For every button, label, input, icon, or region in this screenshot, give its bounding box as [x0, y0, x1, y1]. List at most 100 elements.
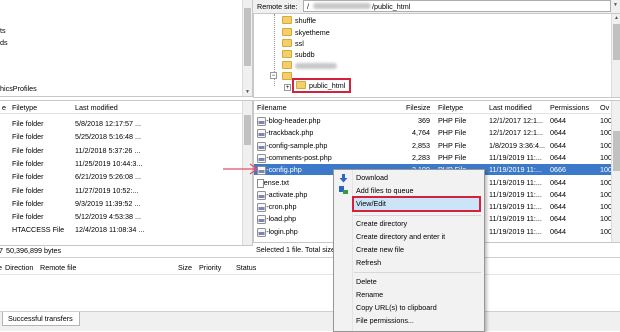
php-file-icon	[257, 215, 266, 225]
column-header-size[interactable]: Size	[178, 263, 192, 272]
column-header-last-modified[interactable]: Last modified	[489, 103, 532, 112]
table-row[interactable]: File folder 6/21/2019 5:26:08 ...	[0, 171, 252, 182]
local-tree-fragment[interactable]: ds	[0, 38, 8, 47]
tree-collapse-toggle-icon[interactable]: −	[270, 72, 277, 79]
pointer-arrow-icon	[223, 163, 259, 175]
queue-divider	[0, 257, 620, 258]
table-row[interactable]: File folder 5/25/2018 5:16:48 ...	[0, 131, 252, 142]
scroll-down-arrow-icon[interactable]: ▼	[243, 88, 252, 96]
cell-last-modified: 5/25/2018 5:16:48 ...	[75, 132, 141, 142]
cell-last-modified: 11/19/2019 11:...	[489, 165, 542, 175]
menu-item-view-edit[interactable]: View/Edit	[356, 198, 386, 210]
column-header-remote-file[interactable]: Remote file	[40, 263, 76, 272]
local-file-list[interactable]: e Filetype Last modified File folder 5/8/…	[0, 100, 253, 246]
menu-item-delete[interactable]: Delete	[356, 276, 377, 288]
cell-last-modified: 11/19/2019 11:...	[489, 202, 542, 212]
menu-separator	[354, 272, 481, 273]
tree-item-public-html[interactable]: public_html	[296, 80, 345, 91]
table-row[interactable]: wp-blog-header.php 369 PHP File 12/1/2017 1…	[254, 115, 620, 126]
table-row[interactable]: File folder 5/12/2019 4:53:38 ...	[0, 211, 252, 222]
column-header-filetype[interactable]: Filetype	[12, 103, 37, 112]
folder-icon	[296, 81, 306, 90]
cell-filetype: PHP File	[438, 152, 467, 162]
cell-filetype: File folder	[12, 119, 44, 128]
table-row[interactable]: HTACCESS File 12/4/2018 11:08:34 ...	[0, 224, 252, 235]
column-header-filesize[interactable]: Filesize	[406, 103, 430, 112]
cell-filename: wp-login.php	[257, 227, 298, 237]
scroll-up-arrow-icon[interactable]: ▲	[612, 14, 620, 22]
column-header-priority[interactable]: Priority	[199, 263, 221, 272]
folder-icon	[282, 72, 292, 81]
table-row[interactable]: wp-config-sample.php 2,853 PHP File 1/8/201…	[254, 140, 620, 151]
cell-permissions: 0644	[550, 128, 566, 138]
cell-last-modified: 11/19/2019 11:...	[489, 189, 542, 199]
tree-item-subdb[interactable]: subdb	[282, 49, 315, 60]
menu-item-create-new-file[interactable]: Create new file	[356, 244, 404, 256]
tree-item-shuffle[interactable]: shuffle	[282, 15, 316, 26]
menu-item-download[interactable]: Download	[356, 172, 388, 184]
column-header-name[interactable]: e	[2, 103, 6, 112]
table-row[interactable]: wp-comments-post.php 2,283 PHP File 11/19/2…	[254, 152, 620, 163]
table-row[interactable]: File folder 5/8/2018 12:17:57 ...	[0, 118, 252, 129]
table-row[interactable]: wp-trackback.php 4,764 PHP File 12/1/2017 1…	[254, 127, 620, 139]
column-header-status[interactable]: Status	[236, 263, 256, 272]
local-status-text: 7 50,396,899 bytes	[0, 246, 62, 255]
scrollbar-thumb[interactable]	[244, 115, 251, 145]
add-to-queue-icon	[339, 186, 348, 194]
cell-last-modified: 5/8/2018 12:17:57 ...	[75, 119, 141, 128]
php-file-icon	[257, 117, 266, 126]
menu-item-file-permissions[interactable]: File permissions...	[356, 315, 414, 327]
cell-permissions: 0644	[550, 152, 566, 162]
filename-text: wp-comments-post.php	[257, 152, 332, 162]
cell-last-modified: 12/1/2017 12:1...	[489, 116, 543, 125]
remote-tree-pane[interactable]: shuffle skyetheme ssl subdb − + public_h…	[253, 13, 620, 98]
menu-item-refresh[interactable]: Refresh	[356, 257, 381, 269]
path-prefix: /	[307, 2, 309, 11]
cell-permissions: 0644	[550, 140, 566, 150]
remote-list-scrollbar[interactable]	[611, 101, 620, 242]
tab-successful-transfers[interactable]: Successful transfers	[2, 312, 80, 326]
local-tree-fragment[interactable]: ts	[0, 26, 6, 35]
table-row[interactable]: File folder 11/27/2019 10:52:...	[0, 185, 252, 196]
cell-last-modified: 12/4/2018 11:08:34 ...	[75, 225, 145, 235]
column-header-permissions[interactable]: Permissions	[550, 103, 589, 112]
scrollbar-thumb[interactable]	[244, 8, 251, 66]
tree-expand-toggle-icon[interactable]: +	[284, 84, 291, 91]
cell-filename: wp-config.php	[257, 165, 302, 176]
remote-tree-scrollbar[interactable]: ▲	[611, 14, 620, 97]
scrollbar-thumb[interactable]	[613, 24, 620, 60]
queue-header: e Direction Remote file Size Priority St…	[0, 262, 620, 275]
cell-last-modified: 11/19/2019 11:...	[489, 152, 542, 162]
local-tree-pane[interactable]: ts ds hicsProfiles ▼	[0, 0, 253, 97]
cell-filename: wp-blog-header.php	[257, 116, 321, 126]
cell-filetype: File folder	[12, 145, 44, 155]
menu-item-create-directory-enter[interactable]: Create directory and enter it	[356, 231, 445, 243]
cell-filesize: 4,764	[412, 128, 430, 138]
cell-filetype: File folder	[12, 132, 44, 142]
cell-filename: wp-comments-post.php	[257, 152, 332, 163]
tree-item-ssl[interactable]: ssl	[282, 38, 304, 49]
column-header-direction[interactable]: Direction	[5, 263, 33, 272]
table-row[interactable]: File folder 11/2/2018 5:37:26 ...	[0, 145, 252, 156]
column-header-filename[interactable]: Filename	[257, 103, 287, 112]
column-header-owner[interactable]: Ov	[600, 103, 609, 112]
local-tree-fragment[interactable]: hicsProfiles	[0, 84, 37, 93]
menu-item-copy-url[interactable]: Copy URL(s) to clipboard	[356, 302, 437, 314]
remote-list-header: Filename Filesize Filetype Last modified…	[254, 101, 620, 114]
remote-site-path-field[interactable]: / /public_html	[303, 0, 611, 12]
local-tree-scrollbar[interactable]: ▼	[242, 0, 252, 96]
tree-item-blurred-domain[interactable]	[282, 60, 337, 71]
table-row[interactable]: File folder 9/3/2019 11:39:52 ...	[0, 198, 252, 209]
scrollbar-thumb[interactable]	[613, 131, 620, 171]
remote-site-label: Remote site:	[257, 2, 298, 11]
menu-item-rename[interactable]: Rename	[356, 289, 383, 301]
tree-item-skyetheme[interactable]: skyetheme	[282, 27, 330, 38]
cell-filetype: PHP File	[438, 128, 467, 138]
column-header-filetype[interactable]: Filetype	[438, 103, 463, 112]
cell-permissions: 0644	[550, 226, 566, 236]
column-header-last-modified[interactable]: Last modified	[75, 103, 118, 112]
table-row[interactable]: File folder 11/25/2019 10:44:3...	[0, 158, 252, 169]
path-dropdown-chevron-icon[interactable]: ▼	[613, 2, 618, 8]
menu-item-create-directory[interactable]: Create directory	[356, 218, 407, 230]
cell-filetype: File folder	[12, 212, 44, 222]
